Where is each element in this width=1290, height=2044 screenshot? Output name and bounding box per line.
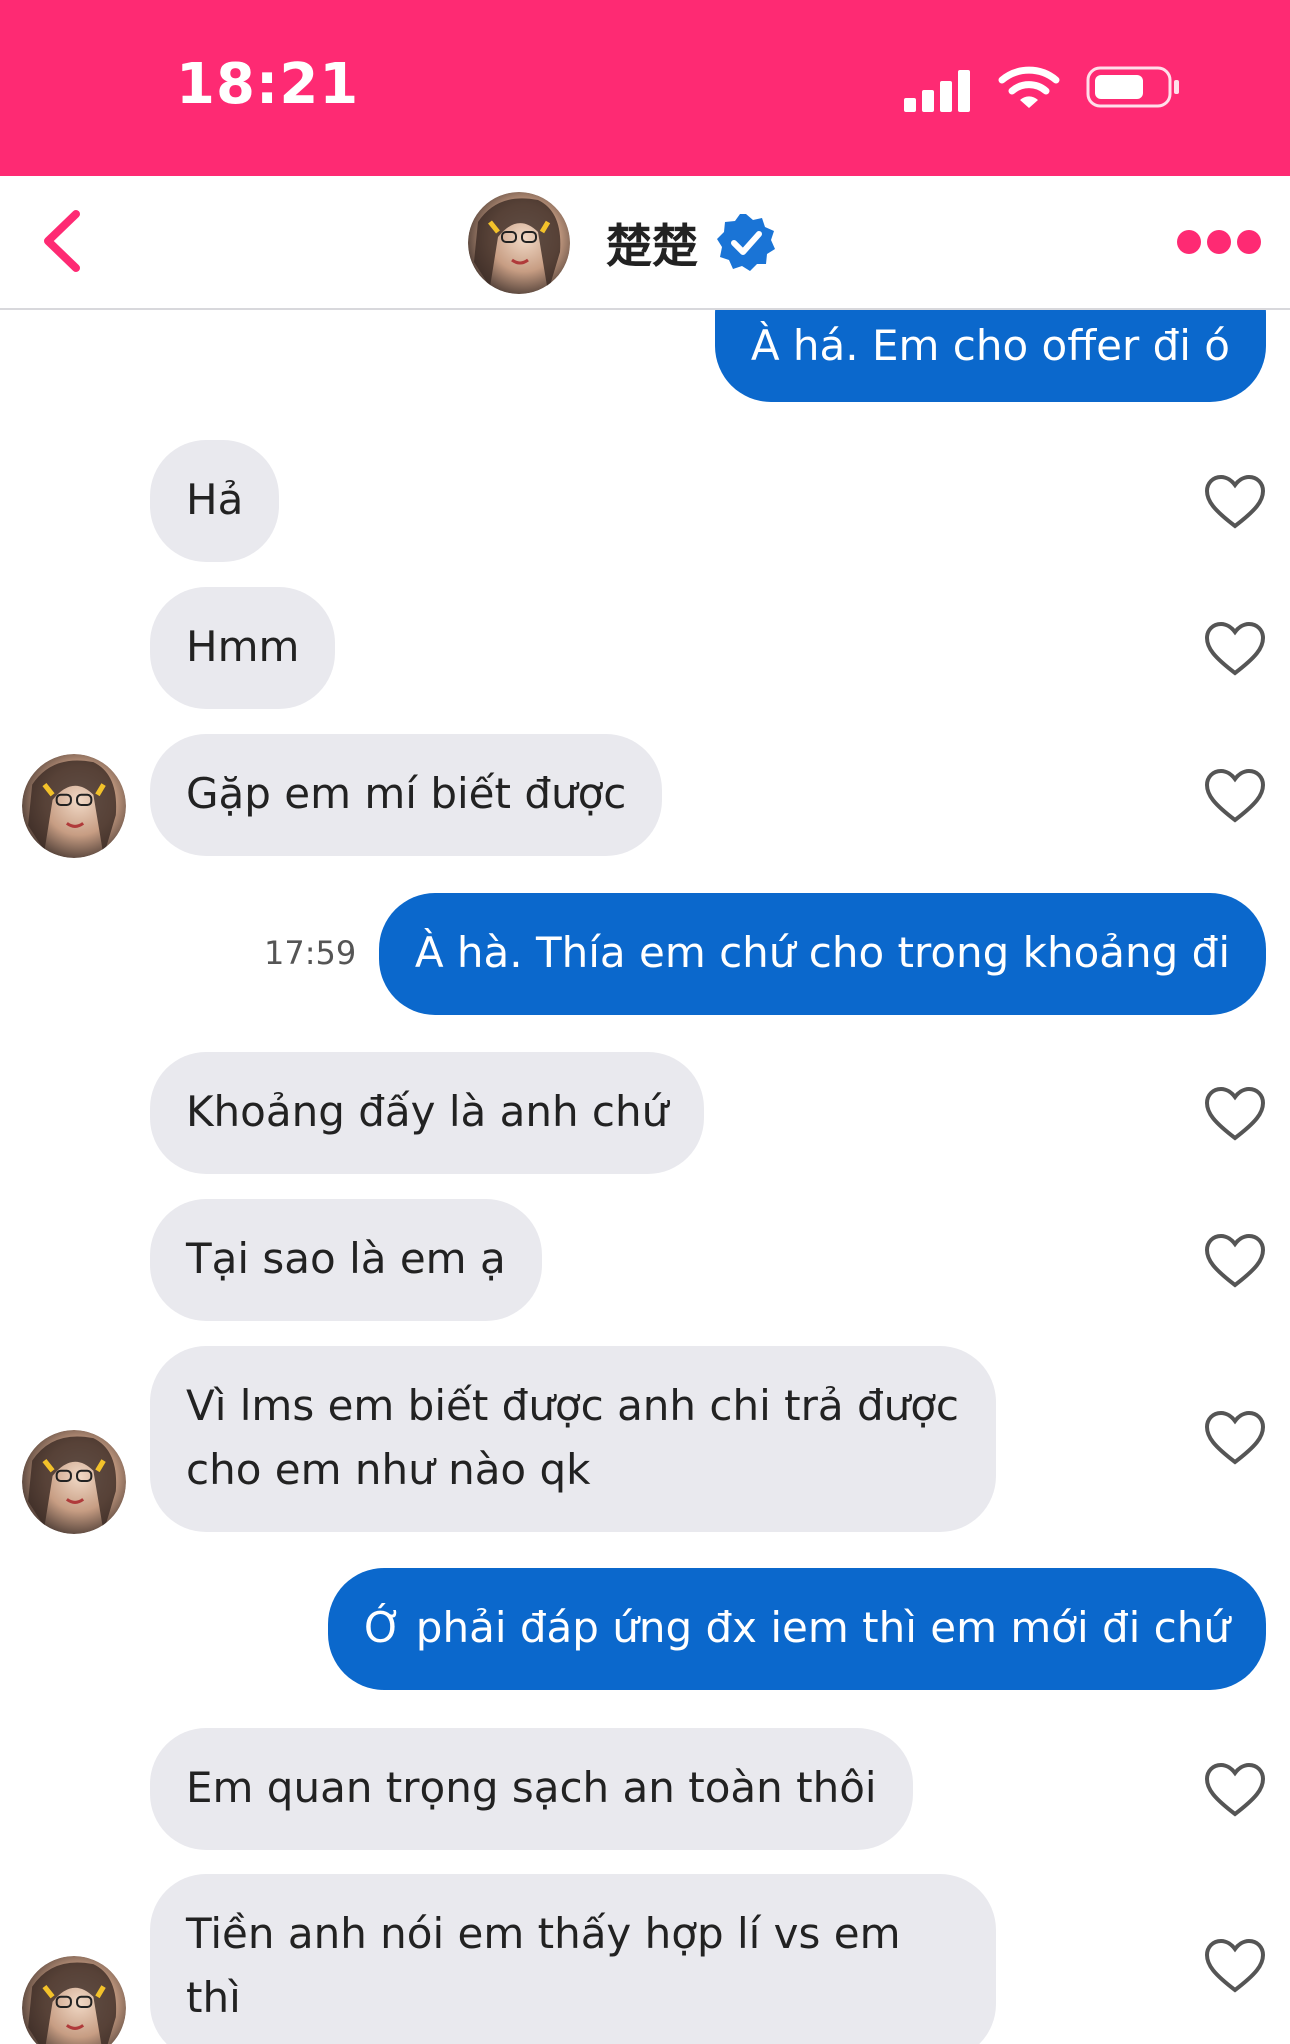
status-bar: 18:21 xyxy=(0,0,1290,176)
outgoing-message[interactable]: À hà. Thía em chứ cho trong khoảng đi xyxy=(378,893,1266,1015)
back-button[interactable] xyxy=(30,206,100,276)
incoming-message[interactable]: Tiền anh nói em thấy hợp lí vs em thì em… xyxy=(150,1874,996,2044)
like-heart-icon[interactable] xyxy=(1204,621,1266,677)
outgoing-message[interactable]: À há. Em cho offer đi ó xyxy=(714,310,1266,402)
battery-icon xyxy=(1086,66,1179,108)
like-heart-icon[interactable] xyxy=(1204,1410,1266,1466)
cellular-signal-icon xyxy=(904,70,970,112)
message-timestamp: 17:59 xyxy=(264,934,357,972)
incoming-message[interactable]: Em quan trọng sạch an toàn thôi xyxy=(150,1728,913,1850)
incoming-message[interactable]: Tại sao là em ạ xyxy=(150,1199,542,1321)
message-list[interactable]: À há. Em cho offer đi ó Hả Hmm Gặp em mí… xyxy=(0,310,1290,2044)
incoming-message[interactable]: Hả xyxy=(150,440,280,562)
sender-avatar[interactable] xyxy=(22,754,126,858)
more-options-button[interactable] xyxy=(1174,222,1264,262)
contact-avatar[interactable] xyxy=(468,192,570,294)
status-time: 18:21 xyxy=(176,52,360,117)
like-heart-icon[interactable] xyxy=(1204,768,1266,824)
like-heart-icon[interactable] xyxy=(1204,1086,1266,1142)
outgoing-message[interactable]: Ớ phải đáp ứng đx iem thì em mới đi chứ xyxy=(328,1568,1266,1690)
status-icons xyxy=(780,64,1180,112)
like-heart-icon[interactable] xyxy=(1204,474,1266,530)
incoming-message[interactable]: Khoảng đấy là anh chứ xyxy=(150,1052,705,1174)
like-heart-icon[interactable] xyxy=(1204,1762,1266,1818)
incoming-message[interactable]: Hmm xyxy=(150,587,336,709)
chat-header: 楚楚 xyxy=(0,176,1290,310)
wifi-icon xyxy=(998,66,1060,108)
like-heart-icon[interactable] xyxy=(1204,1938,1266,1994)
incoming-message[interactable]: Vì lms em biết được anh chi trả được cho… xyxy=(150,1346,996,1532)
like-heart-icon[interactable] xyxy=(1204,1233,1266,1289)
verified-badge-icon xyxy=(717,214,775,271)
sender-avatar[interactable] xyxy=(22,1956,126,2044)
sender-avatar[interactable] xyxy=(22,1430,126,1534)
contact-name[interactable]: 楚楚 xyxy=(606,210,698,276)
incoming-message[interactable]: Gặp em mí biết được xyxy=(150,734,663,856)
